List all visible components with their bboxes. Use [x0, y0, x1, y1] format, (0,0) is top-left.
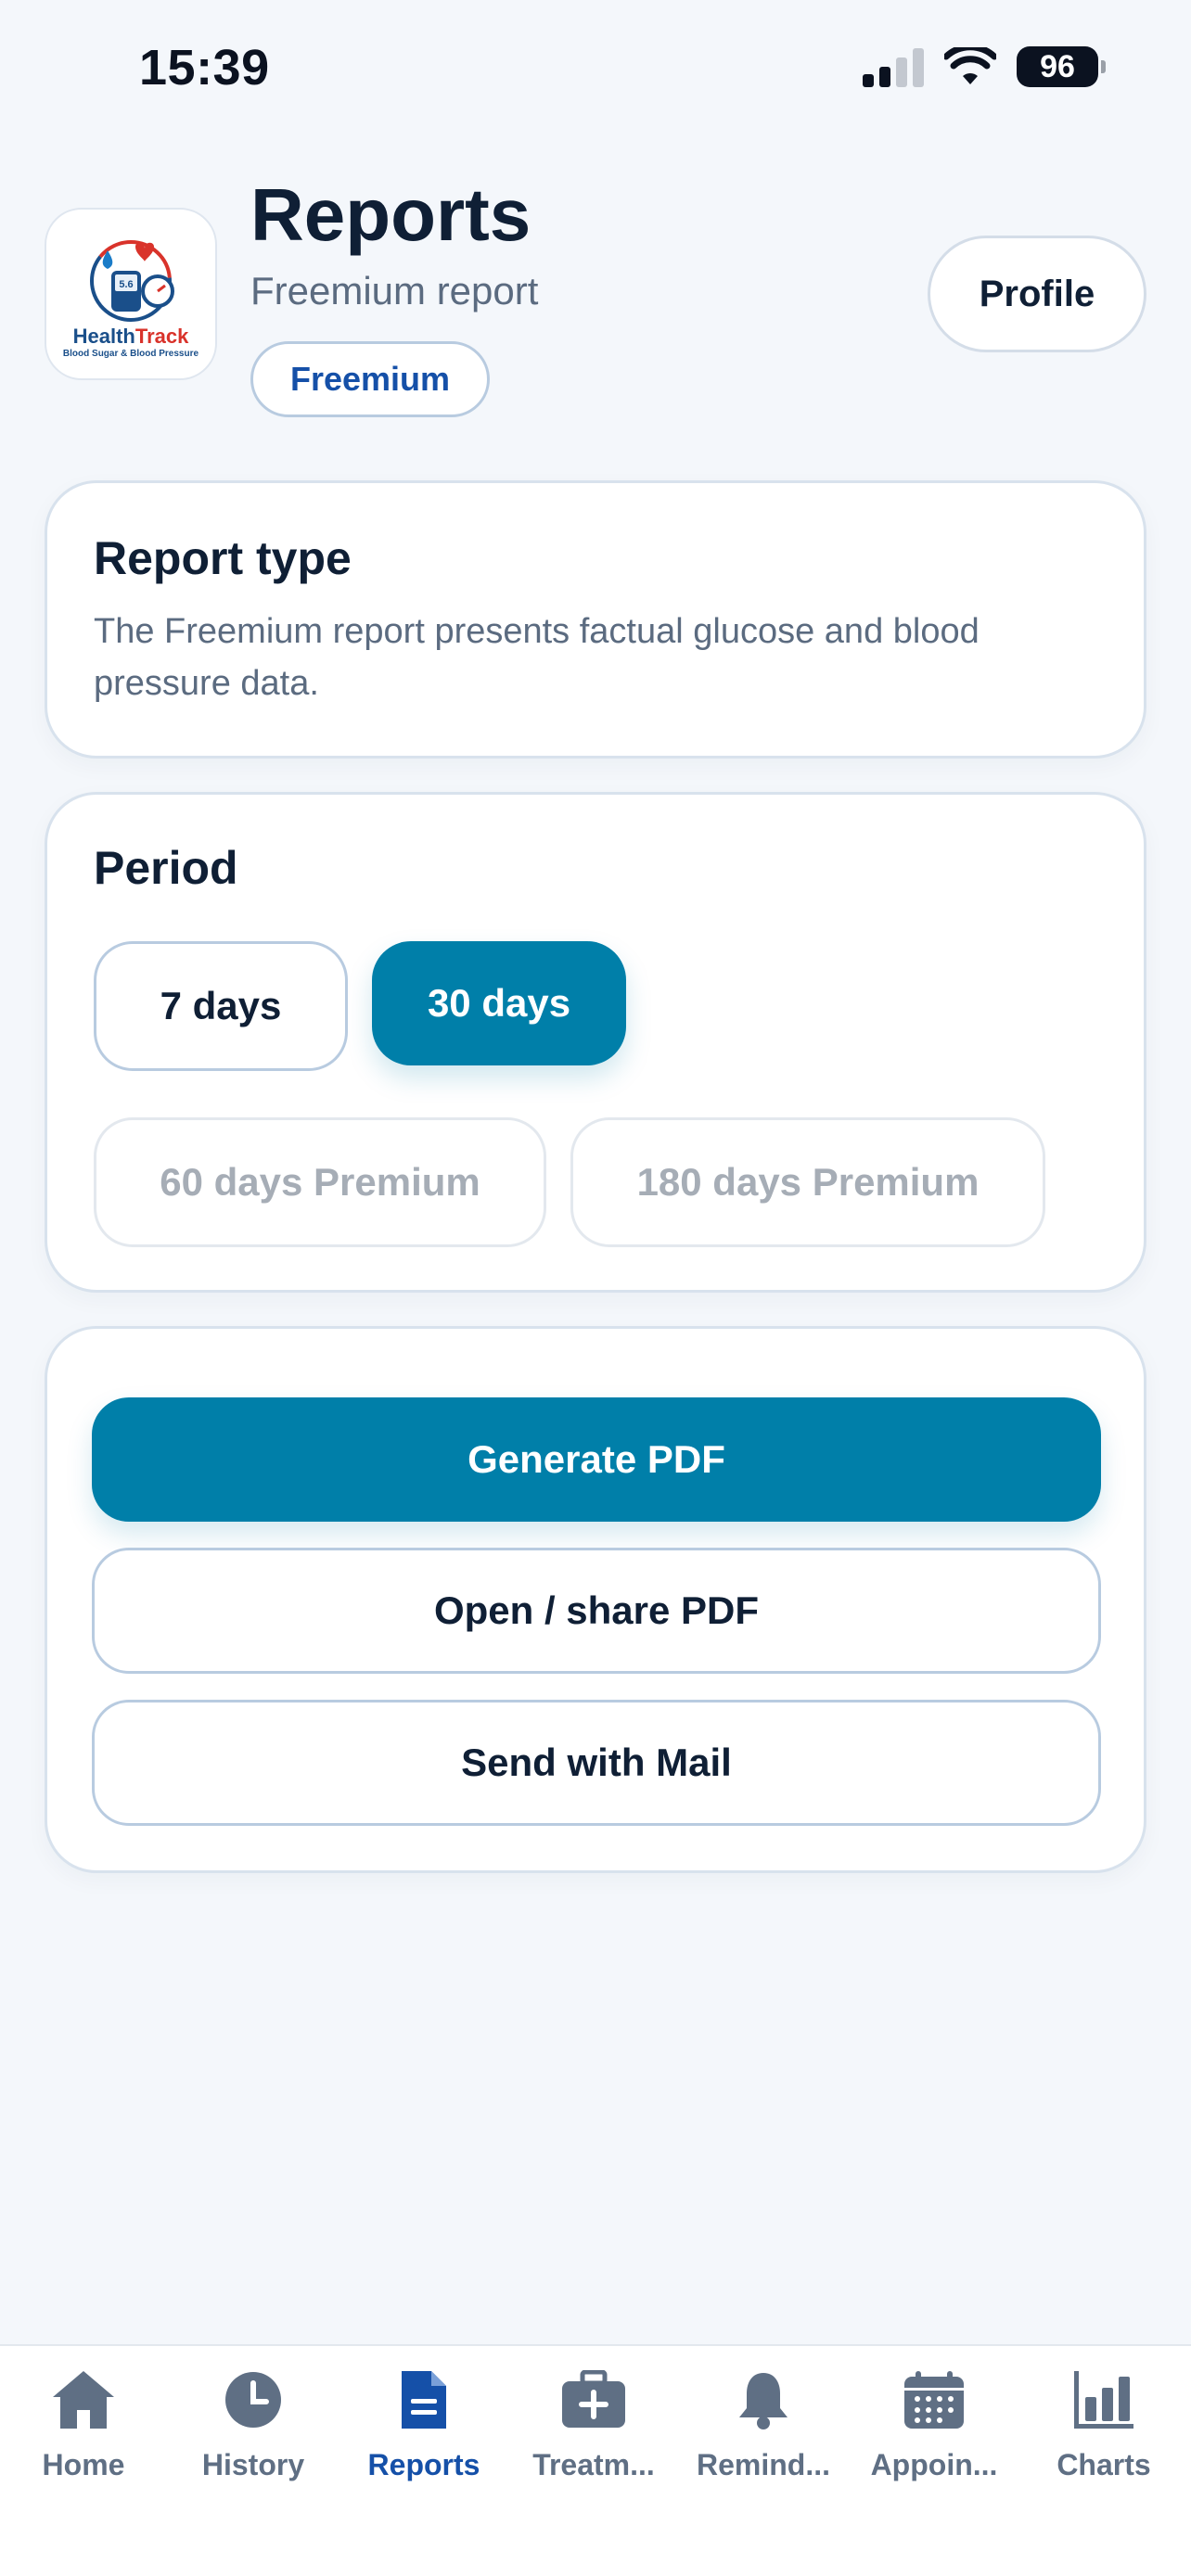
period-title: Period [94, 842, 238, 894]
svg-text:5.6: 5.6 [119, 279, 133, 290]
period-option-7-days[interactable]: 7 days [94, 941, 348, 1071]
profile-button[interactable]: Profile [928, 236, 1146, 352]
send-with-mail-button[interactable]: Send with Mail [92, 1700, 1101, 1826]
tab-treatments[interactable]: Treatm... [510, 2363, 677, 2482]
status-bar: 15:39 96 [0, 0, 1191, 139]
page-subtitle: Freemium report [250, 269, 539, 312]
pdf-actions-card: Generate PDF Open / share PDF Send with … [45, 1326, 1146, 1873]
page-title: Reports [250, 173, 531, 256]
period-card: Period 7 days 30 days 60 days Premium 18… [45, 792, 1146, 1293]
status-icons: 96 [863, 46, 1106, 87]
tab-label-charts: Charts [1057, 2448, 1151, 2481]
status-time: 15:39 [139, 40, 270, 96]
open-share-pdf-button[interactable]: Open / share PDF [92, 1548, 1101, 1674]
period-option-60-days-premium[interactable]: 60 days Premium [94, 1117, 546, 1247]
period-option-30-days[interactable]: 30 days [372, 941, 626, 1065]
tab-label-appointments: Appoin... [870, 2448, 998, 2481]
logo-graphic-icon: 5.6 [90, 239, 174, 322]
app-logo: 5.6 HealthTrack Blood Sugar & Blood Pres… [45, 208, 217, 380]
tab-label-history: History [201, 2448, 305, 2481]
battery-icon: 96 [1017, 46, 1106, 87]
calendar-icon [897, 2363, 971, 2437]
tab-label-reminders: Remind... [696, 2448, 830, 2481]
cellular-signal-icon [863, 46, 924, 87]
bell-icon [726, 2363, 800, 2437]
home-icon [46, 2363, 121, 2437]
report-type-description: The Freemium report presents factual glu… [94, 612, 980, 703]
tab-reminders[interactable]: Remind... [680, 2363, 847, 2482]
report-type-title: Report type [94, 532, 352, 584]
logo-tagline: Blood Sugar & Blood Pressure [62, 348, 199, 359]
period-option-180-days-premium[interactable]: 180 days Premium [570, 1117, 1045, 1247]
plan-badge: Freemium [250, 341, 491, 417]
logo-brand: HealthTrack [72, 324, 189, 348]
tab-label-reports: Reports [367, 2448, 480, 2481]
generate-pdf-button[interactable]: Generate PDF [92, 1397, 1101, 1522]
document-icon [387, 2363, 461, 2437]
tab-bar: Home History Reports Treatm... Remind... [0, 2344, 1191, 2576]
medkit-icon [557, 2363, 631, 2437]
tab-reports[interactable]: Reports [340, 2363, 507, 2482]
bar-chart-icon [1067, 2363, 1141, 2437]
report-type-card: Report type The Freemium report presents… [45, 480, 1146, 759]
tab-label-treatments: Treatm... [532, 2448, 655, 2481]
tab-label-home: Home [42, 2448, 125, 2481]
tab-history[interactable]: History [170, 2363, 337, 2482]
tab-appointments[interactable]: Appoin... [851, 2363, 1018, 2482]
wifi-icon [944, 47, 996, 84]
clock-icon [216, 2363, 290, 2437]
tab-charts[interactable]: Charts [1020, 2363, 1187, 2482]
tab-home[interactable]: Home [0, 2363, 167, 2482]
